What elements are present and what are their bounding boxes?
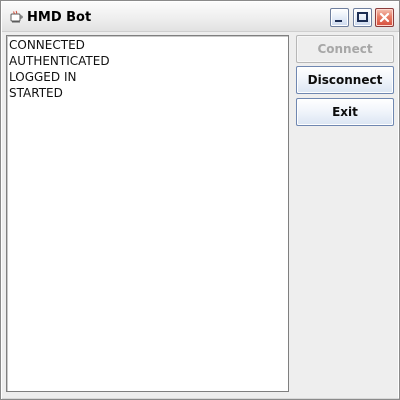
title-bar[interactable]: HMD Bot <box>2 2 399 32</box>
log-line-started: STARTED <box>9 86 63 100</box>
minimize-icon <box>335 20 342 22</box>
log-line-logged-in: LOGGED IN <box>9 70 77 84</box>
log-line-connected: CONNECTED <box>9 38 85 52</box>
window-title: HMD Bot <box>27 10 92 25</box>
app-window: HMD Bot CONNECTED AUTHENTICATED LOGGED I… <box>0 0 400 400</box>
minimize-button[interactable] <box>330 8 349 27</box>
log-lines: CONNECTED AUTHENTICATED LOGGED IN STARTE… <box>9 37 110 101</box>
connect-button: Connect <box>296 35 394 63</box>
close-icon <box>379 12 390 23</box>
maximize-icon <box>357 12 368 22</box>
log-output-panel[interactable]: CONNECTED AUTHENTICATED LOGGED IN STARTE… <box>6 35 289 392</box>
maximize-button[interactable] <box>353 8 372 27</box>
log-line-authenticated: AUTHENTICATED <box>9 54 110 68</box>
java-icon <box>10 10 23 23</box>
exit-button[interactable]: Exit <box>296 98 394 126</box>
disconnect-button[interactable]: Disconnect <box>296 66 394 94</box>
close-button[interactable] <box>375 8 394 27</box>
